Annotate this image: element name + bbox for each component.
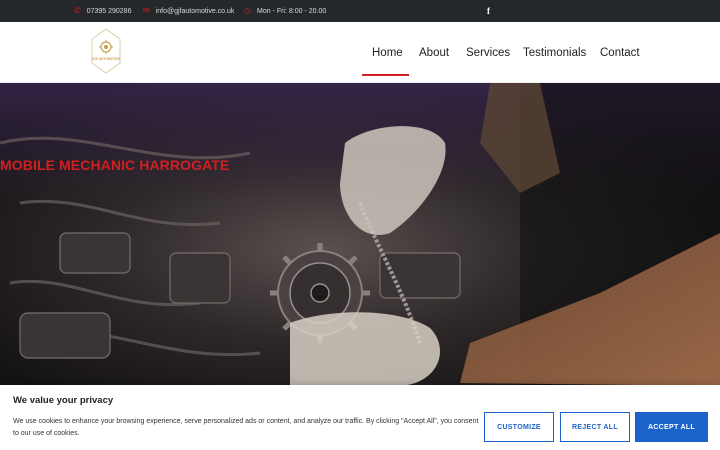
customize-button[interactable]: CUSTOMIZE — [484, 412, 554, 442]
email-address[interactable]: info@gjfautomotive.co.uk — [156, 8, 235, 15]
clock-icon: ◷ — [244, 6, 251, 15]
top-bar: ✆ 07395 290286 ✉ info@gjfautomotive.co.u… — [0, 0, 720, 22]
logo-text: GJF AUTOMOTIVE — [91, 57, 121, 61]
nav-contact[interactable]: Contact — [600, 22, 640, 83]
cookie-consent-banner: We value your privacy We use cookies to … — [0, 385, 720, 450]
hours-text: Mon - Fri: 8:00 - 20.00 — [256, 7, 327, 15]
envelope-icon: ✉ — [143, 6, 150, 15]
phone-contact[interactable]: ✆ 07395 290286 — [74, 0, 131, 22]
hero-section: MOBILE MECHANIC HARROGATE — [0, 83, 720, 386]
logo-emblem: GJF AUTOMOTIVE — [91, 28, 121, 74]
site-header: GJF AUTOMOTIVE Home About Services Testi… — [0, 22, 720, 83]
active-nav-indicator — [362, 74, 409, 76]
facebook-icon[interactable]: f — [487, 0, 490, 22]
site-logo[interactable]: GJF AUTOMOTIVE — [90, 27, 122, 75]
phone-icon: ✆ — [74, 6, 81, 15]
cookie-title: We value your privacy — [13, 395, 114, 406]
hero-title: MOBILE MECHANIC HARROGATE — [0, 157, 230, 173]
hero-background-image — [0, 83, 720, 386]
nav-testimonials[interactable]: Testimonials — [523, 22, 586, 83]
reject-all-button[interactable]: REJECT ALL — [560, 412, 630, 442]
nav-about[interactable]: About — [419, 22, 449, 83]
phone-number[interactable]: 07395 290286 — [87, 8, 132, 15]
cookie-description: We use cookies to enhance your browsing … — [13, 418, 479, 437]
accept-all-button[interactable]: ACCEPT ALL — [635, 412, 708, 442]
nav-services[interactable]: Services — [466, 22, 510, 83]
opening-hours: ◷ Mon - Fri: 8:00 - 20.00 — [244, 0, 326, 22]
email-contact[interactable]: ✉ info@gjfautomotive.co.uk — [143, 0, 234, 22]
